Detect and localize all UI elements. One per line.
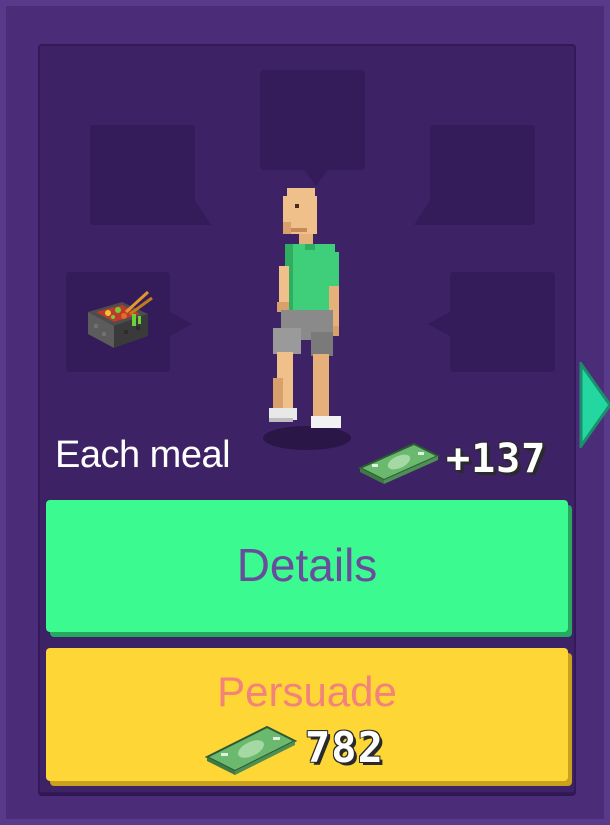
- details-button[interactable]: Details: [46, 500, 568, 632]
- speech-bubble-middle-right: [428, 272, 555, 372]
- instant-noodle-cup-icon: [88, 290, 153, 348]
- reward-label: Each meal: [55, 434, 231, 476]
- cash-bundle-icon: [358, 442, 440, 484]
- persuade-button-label: Persuade: [217, 668, 397, 715]
- income-value: +137: [446, 436, 547, 482]
- details-button-label: Details: [236, 539, 378, 591]
- speech-bubble-upper-left: [90, 125, 211, 225]
- character-sprite: [263, 188, 351, 450]
- speech-bubble-upper-right: [414, 125, 535, 225]
- speech-bubble-top: [260, 70, 365, 186]
- speech-bubble-middle-left: [66, 272, 192, 372]
- cash-bundle-icon: [205, 725, 297, 775]
- persuade-cost: 782: [305, 723, 384, 772]
- next-arrow-icon[interactable]: [579, 362, 610, 448]
